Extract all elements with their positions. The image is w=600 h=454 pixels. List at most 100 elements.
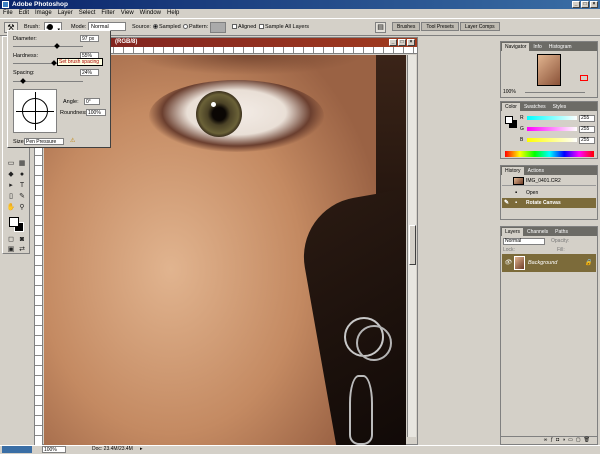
type-icon[interactable]: T bbox=[17, 181, 27, 190]
hardness-label: Hardness: bbox=[13, 53, 39, 59]
tab-history[interactable]: History bbox=[502, 167, 524, 175]
zoom-field[interactable]: 100% bbox=[42, 446, 66, 453]
color-fg-swatch[interactable] bbox=[505, 116, 513, 124]
tab-paths[interactable]: Paths bbox=[552, 228, 571, 236]
foreground-color-swatch[interactable] bbox=[9, 217, 19, 227]
tab-layers[interactable]: Layers bbox=[502, 228, 524, 236]
red-field[interactable]: 255 bbox=[579, 115, 595, 122]
navigator-zoom-slider[interactable] bbox=[525, 92, 585, 93]
tab-swatches[interactable]: Swatches bbox=[521, 103, 549, 111]
layer-background[interactable]: 👁 Background 🔒 bbox=[502, 254, 596, 272]
trash-icon[interactable]: 🗑 bbox=[584, 437, 593, 443]
diameter-slider[interactable] bbox=[13, 43, 83, 49]
doc-close-icon[interactable]: × bbox=[407, 39, 415, 46]
sampled-radio[interactable]: Sampled bbox=[153, 22, 181, 33]
pattern-radio[interactable]: Pattern: bbox=[183, 22, 208, 33]
layer-thumbnail bbox=[514, 256, 525, 270]
scrollbar-thumb[interactable] bbox=[409, 225, 416, 265]
blur-icon[interactable]: ◆ bbox=[6, 170, 16, 179]
menu-view[interactable]: View bbox=[121, 9, 134, 18]
tab-layer-comps[interactable]: Layer Comps bbox=[459, 22, 500, 31]
doc-maximize-icon[interactable]: □ bbox=[398, 39, 406, 46]
doc-minimize-icon[interactable]: _ bbox=[389, 39, 397, 46]
menu-select[interactable]: Select bbox=[79, 9, 96, 18]
taskbar-document-button[interactable] bbox=[2, 446, 32, 453]
hardness-slider-knob[interactable] bbox=[50, 60, 57, 66]
size-control-select[interactable]: Pen Pressure bbox=[24, 138, 64, 145]
menu-filter[interactable]: Filter bbox=[101, 9, 114, 18]
tab-info[interactable]: Info bbox=[530, 43, 544, 51]
imageready-icon[interactable]: ⇄ bbox=[17, 245, 27, 254]
history-snapshot[interactable]: IMG_0401.CR2 bbox=[502, 176, 596, 186]
menu-edit[interactable]: Edit bbox=[19, 9, 29, 18]
eyedropper-icon[interactable]: ✎ bbox=[17, 192, 27, 201]
color-panel: Color Swatches Styles R 255 G 255 B 255 bbox=[500, 101, 598, 159]
zoom-icon[interactable]: ⚲ bbox=[17, 203, 27, 212]
tab-channels[interactable]: Channels bbox=[524, 228, 551, 236]
spacing-field[interactable]: 24% bbox=[80, 69, 99, 76]
red-slider[interactable] bbox=[527, 116, 577, 120]
sample-all-layers-checkbox[interactable]: Sample All Layers bbox=[259, 22, 309, 33]
tab-tool-presets[interactable]: Tool Presets bbox=[421, 22, 459, 31]
dodge-icon[interactable]: ● bbox=[17, 170, 27, 179]
hand-icon[interactable]: ✋ bbox=[6, 203, 16, 212]
tab-color[interactable]: Color bbox=[502, 103, 520, 111]
navigator-zoom[interactable]: 100% bbox=[503, 89, 516, 95]
angle-field[interactable]: 0° bbox=[84, 98, 100, 105]
folder-icon[interactable]: ▭ bbox=[568, 437, 576, 443]
diameter-slider-knob[interactable] bbox=[54, 43, 60, 49]
gradient-icon[interactable]: ▦ bbox=[17, 159, 27, 168]
tab-histogram[interactable]: Histogram bbox=[546, 43, 575, 51]
tab-styles[interactable]: Styles bbox=[550, 103, 570, 111]
close-icon[interactable]: × bbox=[590, 1, 598, 8]
eye-icon[interactable]: 👁 bbox=[504, 254, 512, 272]
new-layer-icon[interactable]: ▢ bbox=[576, 437, 584, 443]
spacing-label: Spacing: bbox=[13, 70, 35, 76]
brush-angle-preview[interactable] bbox=[13, 89, 57, 133]
tooltip: Set brush spacing bbox=[57, 58, 103, 66]
quick-mask-off-icon[interactable]: ◻ bbox=[6, 235, 16, 244]
green-row: G 255 bbox=[505, 126, 595, 133]
history-item-open[interactable]: ▪ Open bbox=[502, 188, 596, 198]
aligned-checkbox[interactable]: Aligned bbox=[232, 22, 256, 33]
blue-field[interactable]: 255 bbox=[579, 137, 595, 144]
notes-icon[interactable]: ▯ bbox=[6, 192, 16, 201]
vertical-scrollbar[interactable] bbox=[407, 55, 416, 437]
app-title-bar: Adobe Photoshop _ □ × bbox=[0, 0, 600, 9]
maximize-icon[interactable]: □ bbox=[581, 1, 589, 8]
green-slider[interactable] bbox=[527, 127, 577, 131]
history-step-icon-2: ▪ bbox=[515, 200, 518, 206]
color-spectrum-bar[interactable] bbox=[505, 151, 594, 157]
screen-mode-icon[interactable]: ▣ bbox=[6, 245, 16, 254]
roundness-label: Roundness: bbox=[60, 110, 90, 116]
navigator-thumbnail[interactable] bbox=[537, 54, 588, 86]
menu-file[interactable]: File bbox=[3, 9, 13, 18]
quick-mask-on-icon[interactable]: ◙ bbox=[17, 235, 27, 244]
menu-image[interactable]: Image bbox=[35, 9, 52, 18]
spacing-slider[interactable] bbox=[13, 78, 83, 84]
pattern-picker[interactable] bbox=[210, 22, 226, 33]
menu-layer[interactable]: Layer bbox=[58, 9, 73, 18]
spacing-slider-knob[interactable] bbox=[20, 78, 27, 84]
doc-size: Doc: 23.4M/23.4M bbox=[92, 446, 133, 452]
eraser-icon[interactable]: ▭ bbox=[6, 159, 16, 168]
green-field[interactable]: 255 bbox=[579, 126, 595, 133]
file-browser-icon[interactable]: ▤ bbox=[375, 22, 386, 33]
status-bar: 100% Doc: 23.4M/23.4M ▸ bbox=[0, 445, 600, 453]
tab-navigator[interactable]: Navigator bbox=[502, 43, 530, 51]
minimize-icon[interactable]: _ bbox=[572, 1, 580, 8]
menu-help[interactable]: Help bbox=[167, 9, 179, 18]
history-brush-icon[interactable]: ✎ bbox=[504, 198, 509, 208]
tab-brushes[interactable]: Brushes bbox=[392, 22, 421, 31]
brush-shape-circle[interactable] bbox=[22, 98, 48, 124]
roundness-field[interactable]: 100% bbox=[86, 109, 106, 116]
blue-slider[interactable] bbox=[527, 138, 577, 142]
status-arrow-icon[interactable]: ▸ bbox=[140, 446, 143, 453]
history-item-rotate-canvas[interactable]: ✎ ▪ Rotate Canvas bbox=[502, 198, 596, 208]
navigator-view-box[interactable] bbox=[580, 75, 588, 81]
blend-mode-select[interactable]: Normal bbox=[503, 238, 545, 245]
tab-actions[interactable]: Actions bbox=[525, 167, 547, 175]
menu-window[interactable]: Window bbox=[140, 9, 161, 18]
diameter-field[interactable]: 97 px bbox=[80, 35, 99, 42]
path-selection-icon[interactable]: ▸ bbox=[6, 181, 16, 190]
